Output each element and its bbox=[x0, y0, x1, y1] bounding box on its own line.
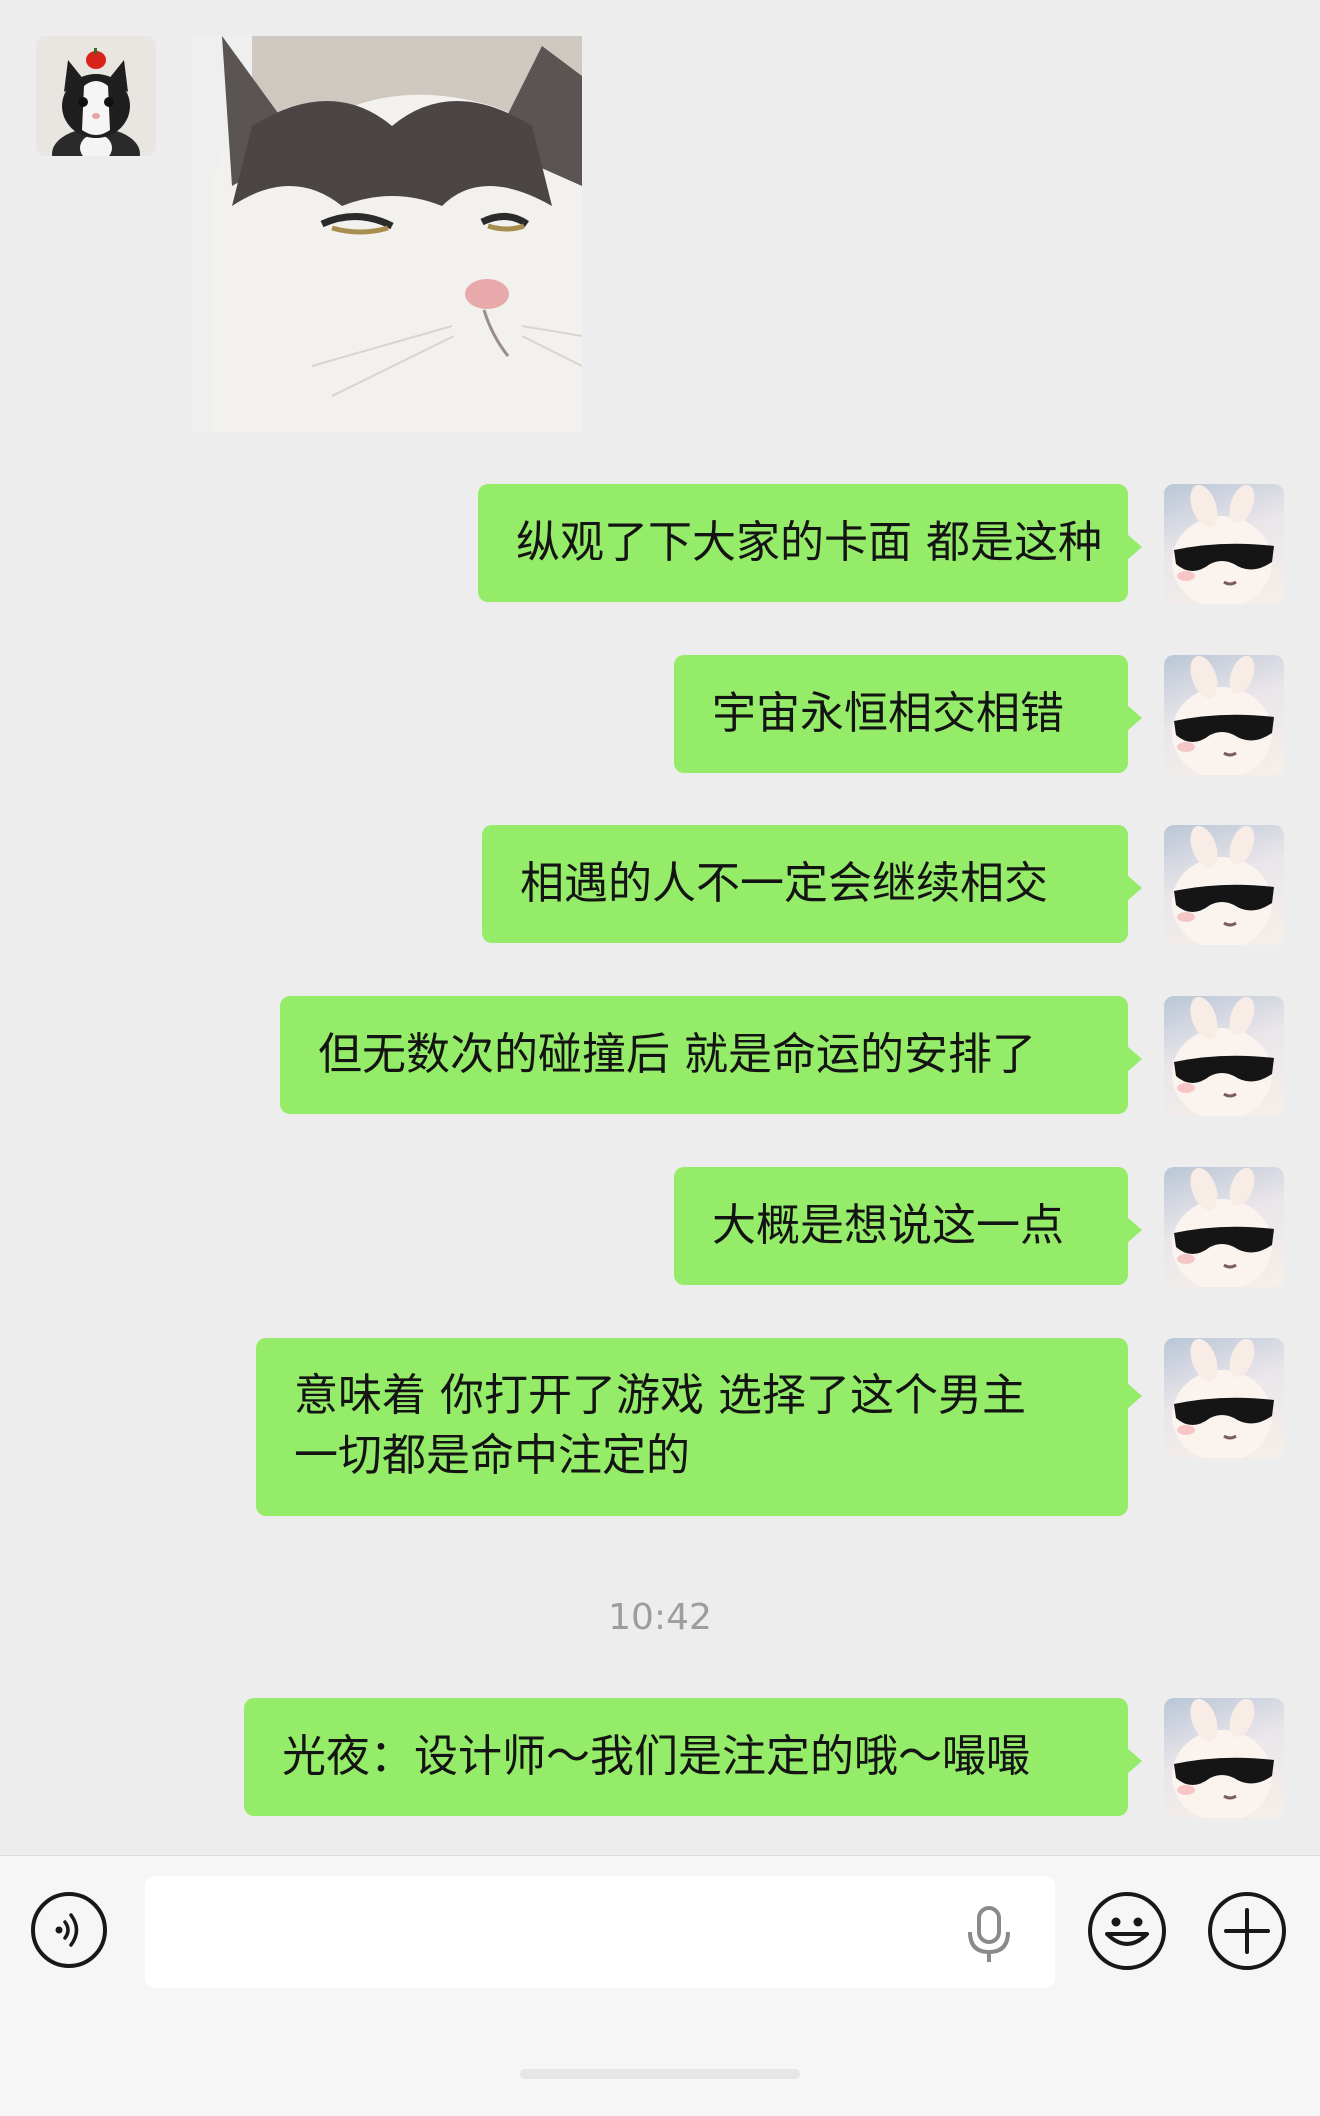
message-text: 纵观了下大家的卡面 都是这种 bbox=[516, 517, 1102, 568]
my-avatar[interactable] bbox=[1164, 825, 1284, 945]
sunglasses-bunny-avatar-icon bbox=[1172, 1338, 1274, 1458]
message-text: 相遇的人不一定会继续相交 bbox=[520, 858, 1048, 909]
message-text: 光夜：设计师～我们是注定的哦～嘬嘬 bbox=[282, 1731, 1030, 1782]
outgoing-message-bubble[interactable]: 相遇的人不一定会继续相交 bbox=[482, 825, 1142, 943]
outgoing-message-bubble[interactable]: 大概是想说这一点 bbox=[674, 1167, 1142, 1285]
my-avatar[interactable] bbox=[1164, 1698, 1284, 1818]
outgoing-message-bubble[interactable]: 意味着 你打开了游戏 选择了这个男主 一切都是命中注定的 bbox=[256, 1338, 1142, 1516]
microphone-button[interactable] bbox=[962, 1904, 1016, 1964]
message-text-line: 一切都是命中注定的 bbox=[294, 1430, 690, 1481]
my-avatar[interactable] bbox=[1164, 1338, 1284, 1458]
chat-area[interactable]: 纵观了下大家的卡面 都是这种 宇宙永恒相交相错 相遇的人不一定会继续相交 但无数… bbox=[0, 0, 1320, 1855]
sunglasses-bunny-avatar-icon bbox=[1172, 655, 1274, 775]
sunglasses-bunny-avatar-icon bbox=[1172, 996, 1274, 1116]
voice-input-button[interactable] bbox=[31, 1892, 107, 1968]
my-avatar[interactable] bbox=[1164, 996, 1284, 1116]
sunglasses-bunny-avatar-icon bbox=[1172, 484, 1274, 604]
emoji-icon bbox=[1105, 1917, 1149, 1946]
sunglasses-bunny-avatar-icon bbox=[1172, 1167, 1274, 1287]
outgoing-message-bubble[interactable]: 纵观了下大家的卡面 都是这种 bbox=[478, 484, 1142, 602]
outgoing-message-bubble[interactable]: 但无数次的碰撞后 就是命运的安排了 bbox=[280, 996, 1142, 1114]
cat-avatar-icon bbox=[36, 36, 156, 156]
message-text-line: 意味着 你打开了游戏 选择了这个男主 bbox=[294, 1370, 1026, 1421]
my-avatar[interactable] bbox=[1164, 484, 1284, 604]
cat-sticker-image[interactable] bbox=[192, 36, 582, 432]
message-text: 大概是想说这一点 bbox=[712, 1200, 1064, 1251]
sunglasses-bunny-avatar-icon bbox=[1172, 825, 1274, 945]
my-avatar[interactable] bbox=[1164, 655, 1284, 775]
plus-icon bbox=[1224, 1908, 1270, 1954]
microphone-icon bbox=[968, 1906, 1010, 1962]
message-text: 但无数次的碰撞后 就是命运的安排了 bbox=[318, 1029, 1036, 1080]
input-bar bbox=[0, 1855, 1320, 2116]
message-timestamp: 10:42 bbox=[608, 1597, 712, 1638]
emoji-button[interactable] bbox=[1088, 1892, 1166, 1970]
my-avatar[interactable] bbox=[1164, 1167, 1284, 1287]
message-input[interactable] bbox=[145, 1876, 1055, 1988]
message-text: 宇宙永恒相交相错 bbox=[712, 688, 1064, 739]
contact-avatar[interactable] bbox=[36, 36, 156, 156]
sunglasses-bunny-avatar-icon bbox=[1172, 1698, 1274, 1818]
home-indicator[interactable] bbox=[520, 2069, 800, 2079]
outgoing-message-bubble[interactable]: 光夜：设计师～我们是注定的哦～嘬嘬 bbox=[244, 1698, 1142, 1816]
voice-icon bbox=[55, 1913, 79, 1947]
outgoing-message-bubble[interactable]: 宇宙永恒相交相错 bbox=[674, 655, 1142, 773]
more-options-button[interactable] bbox=[1208, 1892, 1286, 1970]
grumpy-cat-image-icon bbox=[192, 36, 582, 432]
